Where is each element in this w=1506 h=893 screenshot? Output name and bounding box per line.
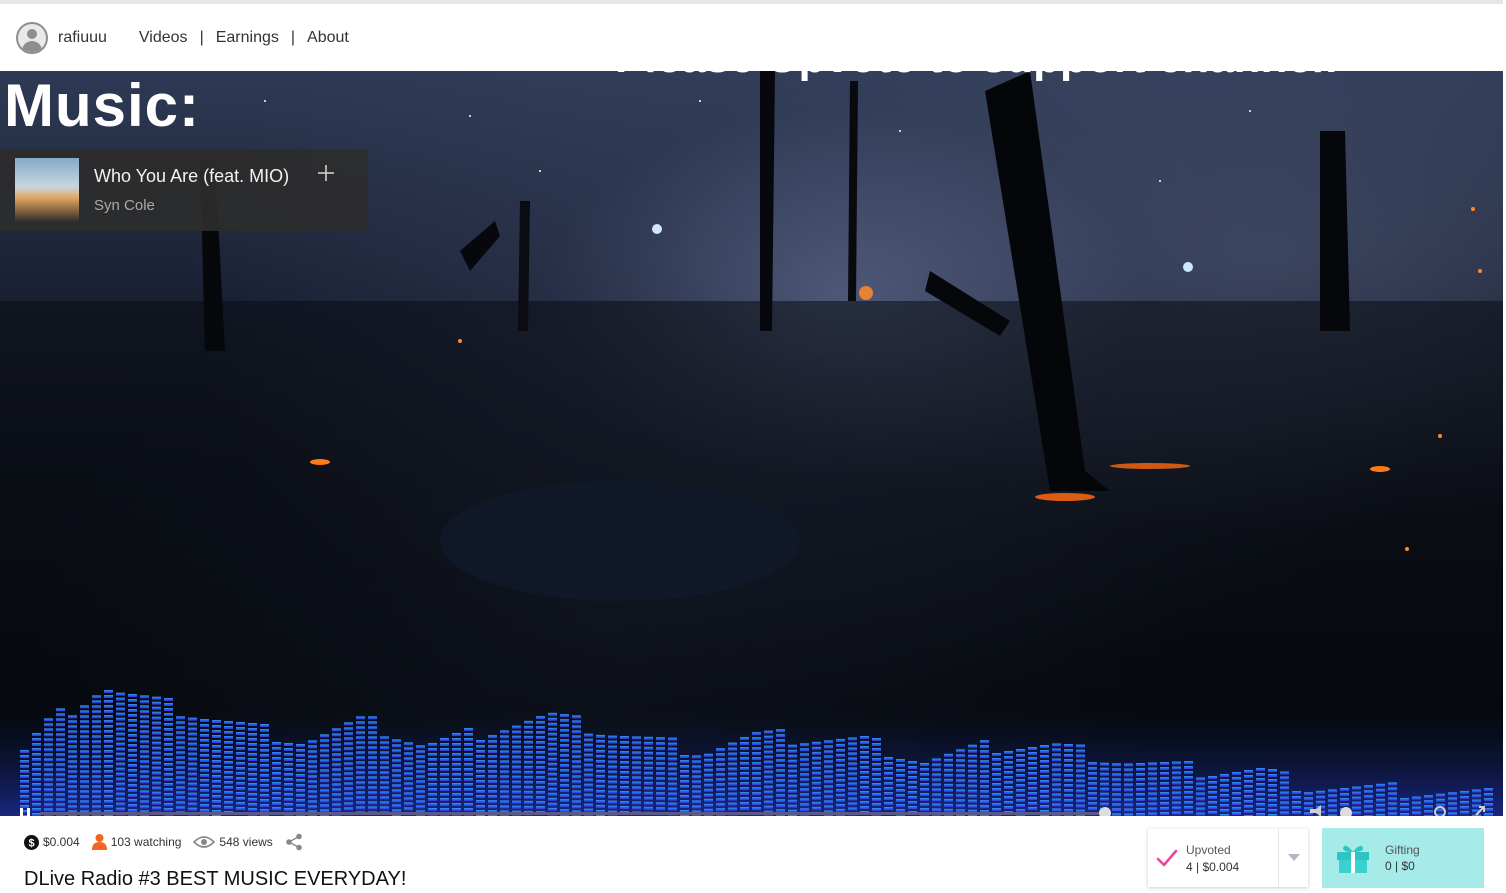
song-info: Who You Are (feat. MIO) Syn Cole bbox=[94, 166, 289, 214]
channel-header: rafiuuu Videos | Earnings | About bbox=[0, 0, 1503, 71]
plus-icon[interactable] bbox=[314, 161, 338, 185]
music-overlay-title: Music: bbox=[4, 72, 201, 139]
progress-track[interactable] bbox=[40, 812, 1100, 815]
gift-icon bbox=[1337, 845, 1369, 873]
views-value: 548 views bbox=[219, 835, 273, 849]
avatar-head-shape bbox=[27, 28, 37, 39]
upvote-dropdown-button[interactable] bbox=[1279, 829, 1308, 887]
watching-stat: 103 watching bbox=[91, 834, 182, 850]
nav-earnings-link[interactable]: Earnings bbox=[216, 29, 279, 47]
gifting-button[interactable]: Gifting 0 | $0 bbox=[1322, 828, 1484, 888]
nav-separator: | bbox=[199, 28, 204, 46]
pause-icon[interactable] bbox=[20, 808, 23, 816]
nav-videos-link[interactable]: Videos bbox=[139, 29, 188, 47]
nav-separator: | bbox=[290, 28, 296, 46]
upvote-banner-text: Please Upvote to support channel! bbox=[615, 71, 1339, 83]
nav-about-link[interactable]: About bbox=[307, 29, 349, 47]
player-controls bbox=[20, 805, 1485, 816]
share-icon[interactable] bbox=[285, 833, 303, 851]
video-title: DLive Radio #3 BEST MUSIC EVERYDAY! bbox=[24, 868, 407, 890]
upvote-text: Upvoted 4 | $0.004 bbox=[1186, 843, 1239, 874]
album-cover bbox=[15, 158, 79, 222]
fullscreen-icon[interactable] bbox=[1475, 806, 1485, 816]
gift-stats: 0 | $0 bbox=[1385, 859, 1415, 873]
visualizer-bar bbox=[104, 690, 113, 816]
now-playing-card: Who You Are (feat. MIO) Syn Cole bbox=[0, 149, 368, 231]
progress-handle[interactable] bbox=[1099, 807, 1111, 816]
settings-icon[interactable] bbox=[1434, 806, 1446, 816]
song-title: Who You Are (feat. MIO) bbox=[94, 166, 290, 186]
views-stat: 548 views bbox=[193, 835, 273, 849]
avatar[interactable] bbox=[16, 21, 48, 54]
eye-icon bbox=[193, 836, 216, 848]
caret-down-icon bbox=[1287, 854, 1300, 861]
channel-username[interactable]: rafiuuu bbox=[58, 29, 107, 47]
upvote-button[interactable]: Upvoted 4 | $0.004 bbox=[1148, 829, 1279, 887]
dollar-icon: $ bbox=[24, 834, 39, 850]
gift-text: Gifting 0 | $0 bbox=[1385, 843, 1420, 873]
channel-nav: Videos | Earnings | About bbox=[139, 29, 349, 47]
video-stats-row: $ $0.004 103 watching 548 views bbox=[24, 832, 303, 852]
earnings-value: $0.004 bbox=[43, 835, 80, 849]
checkmark-icon bbox=[1156, 849, 1178, 867]
gift-label: Gifting bbox=[1385, 843, 1420, 857]
upvote-label: Upvoted bbox=[1186, 842, 1231, 857]
volume-handle[interactable] bbox=[1340, 807, 1352, 816]
svg-text:$: $ bbox=[28, 837, 34, 849]
upvote-widget: Upvoted 4 | $0.004 bbox=[1148, 829, 1308, 887]
avatar-body-shape bbox=[22, 40, 42, 52]
video-player[interactable]: Please Upvote to support channel! Music:… bbox=[0, 71, 1503, 816]
song-artist: Syn Cole bbox=[94, 197, 155, 214]
audio-visualizer bbox=[0, 690, 1503, 816]
earnings-stat: $ $0.004 bbox=[24, 834, 80, 850]
upvote-stats: 4 | $0.004 bbox=[1186, 859, 1240, 874]
volume-icon[interactable] bbox=[1310, 805, 1321, 816]
watching-value: 103 watching bbox=[110, 835, 182, 849]
viewer-person-icon bbox=[91, 834, 107, 850]
